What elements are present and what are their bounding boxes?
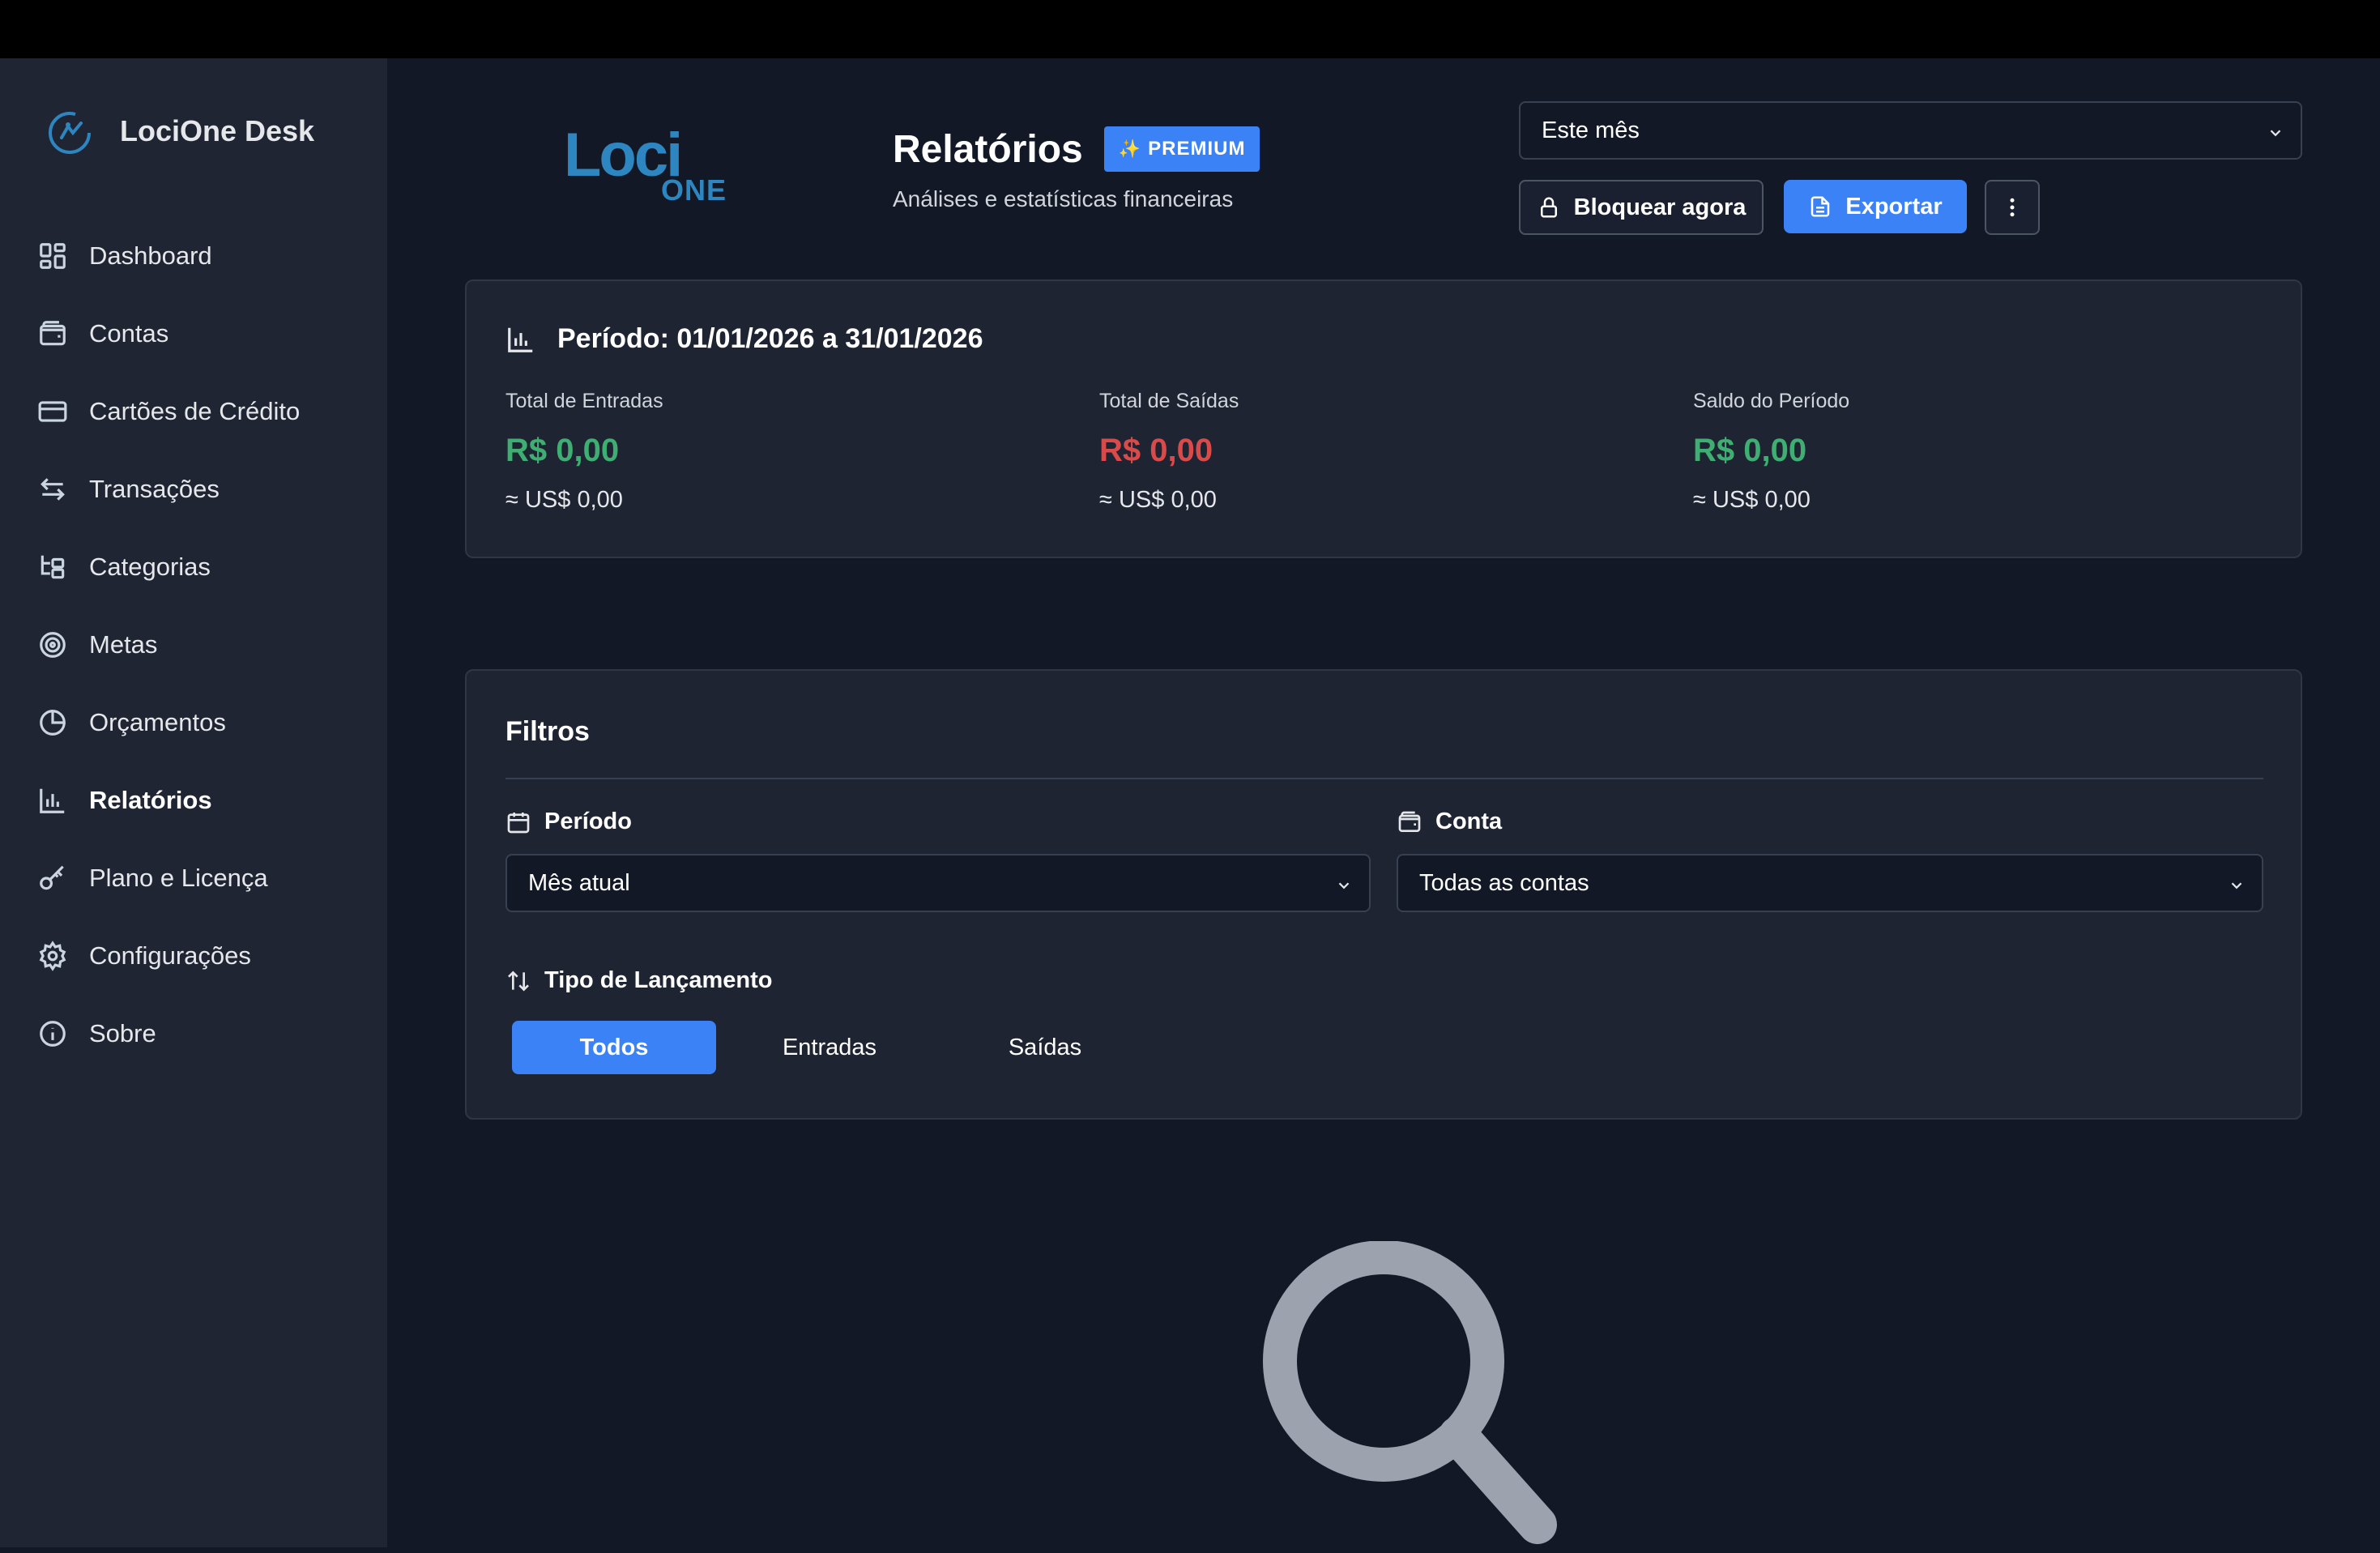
app-name: LociOne Desk	[120, 114, 315, 147]
period-select-value: Este mês	[1542, 117, 1640, 143]
sidebar-item-label: Orçamentos	[89, 708, 226, 736]
target-icon	[40, 632, 66, 658]
sidebar-item-contas[interactable]: Contas	[0, 295, 387, 373]
main-content: Loci ONE Relatórios ✨ PREMIUM Análises e…	[387, 58, 2380, 1553]
metric-total-income: Total de Entradas R$ 0,00 ≈ US$ 0,00	[505, 390, 663, 514]
sidebar-item-label: Dashboard	[89, 241, 212, 270]
metric-value: R$ 0,00	[1693, 433, 1807, 468]
brand[interactable]: LociOne Desk	[44, 105, 314, 157]
metric-usd-value: ≈ US$ 0,00	[505, 487, 623, 513]
sidebar-item-label: Transações	[89, 475, 220, 503]
account-filter-label: Conta	[1397, 808, 1502, 835]
sidebar-item-relatorios[interactable]: Relatórios	[0, 762, 387, 839]
filters-title: Filtros	[505, 716, 590, 747]
summary-title: Período: 01/01/2026 a 31/01/2026	[505, 323, 983, 355]
period-filter-label: Período	[505, 808, 632, 835]
metric-usd-value: ≈ US$ 0,00	[1693, 487, 1811, 513]
chevron-down-icon	[1335, 874, 1353, 892]
summary-card: Período: 01/01/2026 a 31/01/2026 Total d…	[465, 279, 2302, 558]
page-title: Relatórios	[893, 127, 1083, 171]
period-filter-label-text: Período	[544, 808, 632, 834]
chevron-down-icon	[2228, 874, 2246, 892]
sidebar-item-label: Contas	[89, 319, 169, 348]
sidebar-item-orcamentos[interactable]: Orçamentos	[0, 684, 387, 762]
sidebar-item-cartoes[interactable]: Cartões de Crédito	[0, 373, 387, 450]
sidebar-item-sobre[interactable]: Sobre	[0, 995, 387, 1073]
divider	[505, 778, 2263, 779]
metric-value: R$ 0,00	[505, 433, 620, 468]
sidebar-item-label: Configurações	[89, 941, 251, 970]
logo-one-text: ONE	[661, 173, 727, 207]
period-select[interactable]: Este mês	[1519, 101, 2302, 160]
premium-badge-label: PREMIUM	[1148, 138, 1246, 160]
sidebar-item-metas[interactable]: Metas	[0, 606, 387, 684]
entry-type-entradas-button[interactable]: Entradas	[727, 1021, 932, 1074]
account-filter-value: Todas as contas	[1419, 869, 1589, 896]
lock-now-label: Bloquear agora	[1573, 194, 1747, 220]
metric-period-balance: Saldo do Período R$ 0,00 ≈ US$ 0,00	[1693, 390, 1849, 514]
sidebar-item-configuracoes[interactable]: Configurações	[0, 917, 387, 995]
summary-period-text: Período: 01/01/2026 a 31/01/2026	[557, 323, 983, 354]
more-vertical-icon	[2010, 198, 2015, 217]
export-button[interactable]: Exportar	[1784, 180, 1967, 233]
sidebar-item-label: Categorias	[89, 553, 211, 581]
export-label: Exportar	[1845, 193, 1943, 220]
filters-card: Filtros Período Mês atual Conta Todas as…	[465, 669, 2302, 1120]
sidebar-item-categorias[interactable]: Categorias	[0, 528, 387, 606]
metric-label: Total de Entradas	[505, 390, 663, 412]
metric-value: R$ 0,00	[1099, 433, 1213, 468]
page-subtitle: Análises e estatísticas financeiras	[893, 186, 1234, 211]
bar-chart-icon	[508, 327, 533, 352]
wallet-icon	[1398, 811, 1421, 832]
dashboard-icon	[40, 243, 66, 269]
sidebar-item-dashboard[interactable]: Dashboard	[0, 217, 387, 295]
sparkle-icon: ✨	[1118, 139, 1142, 159]
sidebar-item-transacoes[interactable]: Transações	[0, 450, 387, 528]
bar-chart-icon	[40, 788, 65, 813]
account-filter-label-text: Conta	[1435, 808, 1503, 834]
metric-label: Total de Saídas	[1099, 390, 1239, 412]
info-icon	[40, 1021, 66, 1047]
metric-usd-value: ≈ US$ 0,00	[1099, 487, 1217, 513]
sidebar-nav: Dashboard Contas Cartões de Crédito Tran…	[0, 217, 387, 1073]
account-filter-select[interactable]: Todas as contas	[1397, 854, 2263, 912]
lock-icon	[1540, 197, 1557, 218]
lock-now-button[interactable]: Bloquear agora	[1519, 180, 1764, 235]
more-options-button[interactable]	[1985, 180, 2040, 235]
lociOne-logo-icon	[44, 105, 96, 157]
sidebar-item-label: Metas	[89, 630, 158, 659]
lociOne-logo: Loci ONE	[564, 125, 726, 207]
sidebar-item-label: Cartões de Crédito	[89, 397, 301, 425]
entry-type-saidas-button[interactable]: Saídas	[943, 1021, 1147, 1074]
empty-state-search-icon	[1230, 1240, 1730, 1553]
entry-type-label: Tipo de Lançamento	[505, 967, 772, 994]
gear-icon	[39, 941, 66, 971]
entry-type-label-text: Tipo de Lançamento	[544, 967, 773, 993]
period-filter-select[interactable]: Mês atual	[505, 854, 1371, 912]
credit-card-icon	[38, 401, 67, 422]
chevron-down-icon	[2267, 122, 2284, 139]
sidebar-item-label: Plano e Licença	[89, 864, 268, 892]
arrows-swap-icon	[41, 478, 65, 501]
page-header: Relatórios ✨ PREMIUM Análises e estatíst…	[893, 126, 1260, 212]
premium-badge: ✨ PREMIUM	[1103, 126, 1260, 172]
category-tree-icon	[41, 555, 65, 579]
sort-arrows-icon	[508, 970, 529, 992]
sidebar-item-label: Sobre	[89, 1019, 156, 1047]
entry-type-todos-button[interactable]: Todos	[512, 1021, 716, 1074]
metric-label: Saldo do Período	[1693, 390, 1850, 412]
wallet-icon	[40, 321, 66, 346]
pie-chart-icon	[40, 710, 66, 736]
sidebar-item-plano-licenca[interactable]: Plano e Licença	[0, 839, 387, 917]
sidebar: LociOne Desk Dashboard Contas Cartões de…	[0, 58, 387, 1547]
calendar-icon	[507, 812, 530, 833]
window-top-bar	[0, 0, 2380, 58]
metric-total-expenses: Total de Saídas R$ 0,00 ≈ US$ 0,00	[1099, 390, 1239, 514]
period-filter-value: Mês atual	[528, 869, 630, 896]
sidebar-item-label: Relatórios	[89, 786, 212, 814]
key-icon	[40, 865, 64, 890]
document-icon	[1811, 196, 1830, 217]
